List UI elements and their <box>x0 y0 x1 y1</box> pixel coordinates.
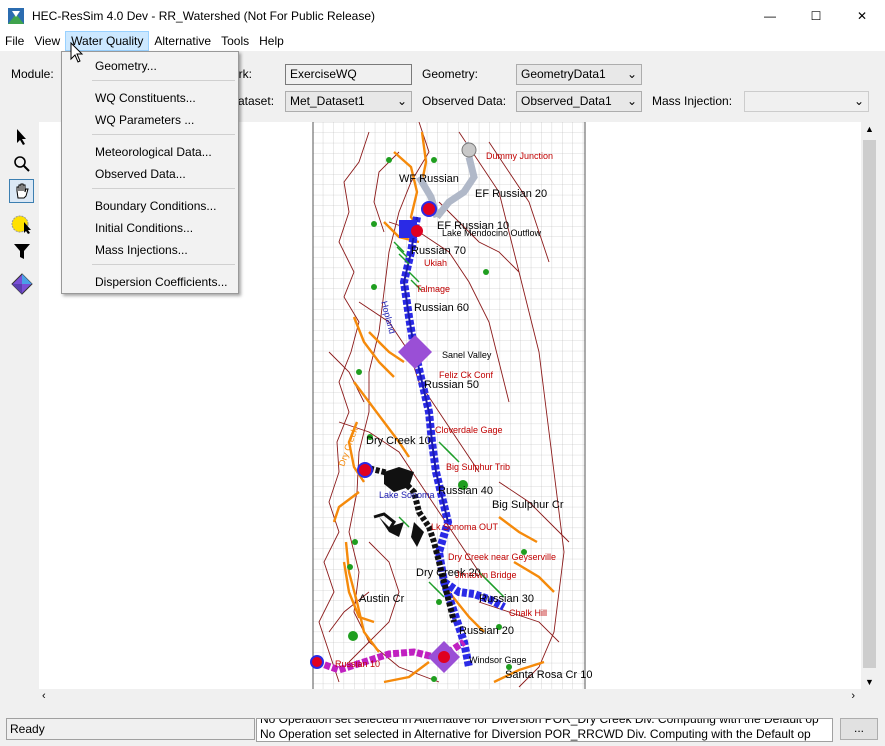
label-lake-mendocino-outflow: Lake Mendocino Outflow <box>442 228 542 238</box>
label-russian-60: Russian 60 <box>414 302 469 314</box>
geometry-select-value: GeometryData1 <box>521 67 606 81</box>
label-cloverdale-gage: Cloverdale Gage <box>435 425 503 435</box>
label-windsor-gage: Windsor Gage <box>469 655 527 665</box>
menu-item-wq-constituents[interactable]: WQ Constituents... <box>95 88 196 108</box>
title-bar: HEC-ResSim 4.0 Dev - RR_Watershed (Not F… <box>0 0 885 31</box>
close-icon: ✕ <box>857 9 867 23</box>
funnel-icon <box>13 242 31 260</box>
dataset-label: ataset: <box>238 91 274 111</box>
app-icon <box>8 8 24 24</box>
minimize-button[interactable]: — <box>747 0 793 31</box>
mass-injection-select[interactable]: ⌄ <box>744 91 869 112</box>
menu-item-dispersion-coefficients[interactable]: Dispersion Coefficients... <box>95 272 228 292</box>
tool-palette <box>9 125 37 299</box>
geometry-label: Geometry: <box>422 64 478 84</box>
lasso-select-icon <box>11 214 33 234</box>
label-dummy-junction: Dummy Junction <box>486 151 553 161</box>
window-title: HEC-ResSim 4.0 Dev - RR_Watershed (Not F… <box>32 9 375 23</box>
chevron-down-icon: ⌄ <box>627 65 637 84</box>
horizontal-scrollbar[interactable]: ‹ › <box>39 689 861 706</box>
label-chalk-hill: Chalk Hill <box>509 608 547 618</box>
pointer-icon <box>14 128 30 146</box>
observed-data-select-value: Observed_Data1 <box>521 94 612 108</box>
hand-icon <box>13 182 31 200</box>
menu-separator <box>92 264 235 265</box>
pan-tool[interactable] <box>9 179 34 203</box>
menu-file[interactable]: File <box>0 31 29 51</box>
status-message-1: No Operation set selected in Alternative… <box>260 718 819 726</box>
water-quality-menu: Geometry... WQ Constituents... WQ Parame… <box>61 51 239 294</box>
menu-separator <box>92 188 235 189</box>
label-ukiah: Ukiah <box>424 258 447 268</box>
zoom-tool[interactable] <box>9 152 34 176</box>
label-dry-creek-near-geyserville: Dry Creek near Geyserville <box>448 552 556 562</box>
chevron-down-icon: ⌄ <box>397 92 407 111</box>
status-message-2: No Operation set selected in Alternative… <box>260 727 811 741</box>
label-big-sulphur-trib: Big Sulphur Trib <box>446 462 510 472</box>
maximize-icon: ☐ <box>811 9 822 23</box>
menu-bar: File View Water Quality Alternative Tool… <box>0 31 885 51</box>
label-lk-sonoma-out: Lk Sonoma OUT <box>431 522 499 532</box>
menu-item-geometry[interactable]: Geometry... <box>95 56 157 76</box>
menu-separator <box>92 80 235 81</box>
label-russian-10: Russian 10 <box>335 659 380 669</box>
status-more-button[interactable]: ... <box>840 718 878 740</box>
network-field: ExerciseWQ <box>285 64 412 85</box>
chevron-down-icon: ⌄ <box>627 92 637 111</box>
label-ef-russian-20: EF Russian 20 <box>475 188 547 200</box>
module-label: Module: <box>11 64 54 84</box>
close-button[interactable]: ✕ <box>839 0 885 31</box>
status-messages: No Operation set selected in Alternative… <box>256 718 833 742</box>
filter-tool[interactable] <box>9 239 34 263</box>
label-russian-20: Russian 20 <box>459 625 514 637</box>
chevron-down-icon: ⌄ <box>854 92 864 111</box>
mass-injection-label: Mass Injection: <box>652 91 732 111</box>
menu-separator <box>92 134 235 135</box>
select-tool[interactable] <box>9 125 34 149</box>
label-russian-40: Russian 40 <box>438 485 493 497</box>
status-bar: Ready No Operation set selected in Alter… <box>0 714 885 746</box>
observed-data-select[interactable]: Observed_Data1 ⌄ <box>516 91 642 112</box>
diamond-icon <box>11 273 33 295</box>
element-select-tool[interactable] <box>9 212 34 236</box>
geometry-select[interactable]: GeometryData1 ⌄ <box>516 64 642 85</box>
menu-item-boundary-conditions[interactable]: Boundary Conditions... <box>95 196 216 216</box>
menu-view[interactable]: View <box>29 31 65 51</box>
chevron-right-icon[interactable]: › <box>851 690 855 702</box>
menu-item-observed-data[interactable]: Observed Data... <box>95 164 186 184</box>
observed-data-label: Observed Data: <box>422 91 506 111</box>
menu-item-wq-parameters[interactable]: WQ Parameters ... <box>95 110 194 130</box>
chevron-left-icon[interactable]: ‹ <box>42 690 46 702</box>
chevron-up-icon[interactable]: ▲ <box>865 124 874 134</box>
maximize-button[interactable]: ☐ <box>793 0 839 31</box>
junction-tool[interactable] <box>9 272 34 296</box>
minimize-icon: — <box>764 9 776 23</box>
label-jimtown-bridge: Jimtown Bridge <box>455 570 517 580</box>
magnifier-icon <box>13 155 31 173</box>
label-russian-50: Russian 50 <box>424 379 479 391</box>
status-ready: Ready <box>6 718 255 740</box>
vertical-scroll-thumb[interactable] <box>863 140 876 668</box>
label-santa-rosa-cr-10: Santa Rosa Cr 10 <box>505 669 592 681</box>
mouse-cursor-icon <box>70 42 84 64</box>
menu-item-mass-injections[interactable]: Mass Injections... <box>95 240 188 260</box>
menu-tools[interactable]: Tools <box>216 31 254 51</box>
label-big-sulphur-cr: Big Sulphur Cr <box>492 499 564 511</box>
menu-alternative[interactable]: Alternative <box>149 31 216 51</box>
label-wf-russian: WF Russian <box>399 173 459 185</box>
label-russian-70: Russian 70 <box>411 245 466 257</box>
menu-help[interactable]: Help <box>254 31 289 51</box>
label-talmage: Talmage <box>416 284 450 294</box>
dataset-select-value: Met_Dataset1 <box>290 94 365 108</box>
label-lake-sonoma: Lake Sonoma <box>379 490 435 500</box>
label-russian-30: Russian 30 <box>479 593 534 605</box>
label-sanel-valley: Sanel Valley <box>442 350 492 360</box>
menu-item-initial-conditions[interactable]: Initial Conditions... <box>95 218 193 238</box>
chevron-down-icon[interactable]: ▼ <box>865 677 874 687</box>
label-austin-cr: Austin Cr <box>359 593 405 605</box>
label-dry-creek-10: Dry Creek 10 <box>366 435 431 447</box>
menu-item-meteorological-data[interactable]: Meteorological Data... <box>95 142 212 162</box>
vertical-scrollbar[interactable]: ▲ ▼ <box>861 122 878 689</box>
dataset-select[interactable]: Met_Dataset1 ⌄ <box>285 91 412 112</box>
